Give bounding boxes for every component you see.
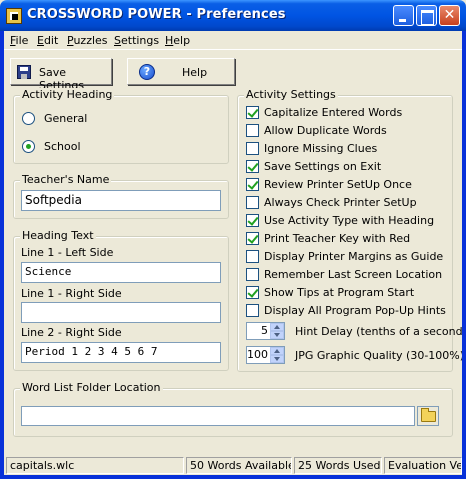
setting-label: Capitalize Entered Words [264, 106, 403, 119]
setting-checkbox[interactable] [246, 124, 259, 137]
status-file: capitals.wlc [6, 457, 184, 474]
folder-icon [421, 408, 436, 422]
line1-right-input[interactable] [21, 302, 221, 323]
setting-checkbox[interactable] [246, 250, 259, 263]
line1-left-input[interactable]: Science [21, 262, 221, 283]
hint-delay-spinner[interactable]: 5 [246, 322, 285, 340]
window-title: CROSSWORD POWER - Preferences [27, 7, 286, 22]
word-list-folder-input[interactable] [21, 406, 415, 426]
status-bar: capitals.wlc 50 Words Available 25 Words… [4, 455, 462, 475]
setting-label: Display All Program Pop-Up Hints [264, 304, 446, 317]
help-icon: ? [139, 64, 155, 80]
line2-right-label: Line 2 - Right Side [21, 326, 122, 339]
line1-left-label: Line 1 - Left Side [21, 246, 114, 259]
radio-school-label: School [44, 140, 81, 153]
setting-label: Use Activity Type with Heading [264, 214, 435, 227]
line1-right-label: Line 1 - Right Side [21, 287, 122, 300]
hint-delay-down-button[interactable] [270, 331, 284, 339]
help-button[interactable]: ? Help [127, 58, 235, 85]
close-button[interactable]: ✕ [439, 5, 460, 26]
heading-text-group: Heading Text Line 1 - Left Side Science … [13, 229, 229, 371]
jpg-quality-down-button[interactable] [270, 355, 284, 363]
title-bar[interactable]: CROSSWORD POWER - Preferences ✕ [0, 0, 466, 31]
line2-right-input[interactable]: Period 1 2 3 4 5 6 7 [21, 342, 221, 363]
radio-school-button[interactable] [22, 140, 35, 153]
setting-label: Display Printer Margins as Guide [264, 250, 444, 263]
radio-general-label: General [44, 112, 88, 125]
heading-text-label: Heading Text [20, 229, 96, 242]
setting-label: Save Settings on Exit [264, 160, 382, 173]
setting-label: Remember Last Screen Location [264, 268, 443, 281]
status-available: 50 Words Available [186, 457, 292, 474]
jpg-quality-label: JPG Graphic Quality (30-100%) [295, 349, 465, 362]
hint-delay-value: 5 [261, 324, 268, 337]
setting-label: Review Printer SetUp Once [264, 178, 412, 191]
activity-settings-group: Activity Settings Capitalize Entered Wor… [237, 88, 466, 372]
word-list-folder-label: Word List Folder Location [20, 381, 163, 394]
menu-puzzles[interactable]: Puzzles [67, 34, 108, 47]
activity-settings-label: Activity Settings [244, 88, 338, 101]
save-icon [17, 65, 31, 79]
setting-checkbox[interactable] [246, 160, 259, 173]
activity-heading-label: Activity Heading [20, 88, 115, 101]
status-used: 25 Words Used [294, 457, 382, 474]
setting-checkbox[interactable] [246, 268, 259, 281]
save-settings-button[interactable]: Save Settings [10, 58, 112, 92]
setting-label: Ignore Missing Clues [264, 142, 378, 155]
browse-folder-button[interactable] [417, 406, 439, 426]
menu-settings[interactable]: Settings [114, 34, 159, 47]
jpg-quality-up-button[interactable] [270, 347, 284, 355]
minimize-button[interactable] [393, 5, 414, 26]
jpg-quality-spinner[interactable]: 100 [246, 346, 285, 364]
setting-checkbox[interactable] [246, 232, 259, 245]
teachers-name-group: Teacher's Name Softpedia [13, 173, 229, 219]
setting-label: Print Teacher Key with Red [264, 232, 411, 245]
setting-checkbox[interactable] [246, 214, 259, 227]
menu-help[interactable]: Help [165, 34, 190, 47]
setting-checkbox[interactable] [246, 304, 259, 317]
radio-general-button[interactable] [22, 112, 35, 125]
hint-delay-label: Hint Delay (tenths of a second) [295, 325, 466, 338]
help-label: Help [182, 66, 208, 79]
setting-checkbox[interactable] [246, 106, 259, 119]
jpg-quality-value: 100 [247, 348, 268, 361]
setting-checkbox[interactable] [246, 196, 259, 209]
setting-checkbox[interactable] [246, 178, 259, 191]
menu-bar: File Edit Puzzles Settings Help [4, 31, 462, 50]
menu-file[interactable]: File [10, 34, 28, 47]
hint-delay-up-button[interactable] [270, 323, 284, 331]
app-icon [6, 8, 22, 24]
status-edition: Evaluation Version [384, 457, 462, 474]
activity-heading-group: Activity Heading General School [13, 88, 229, 164]
setting-label: Always Check Printer SetUp [264, 196, 417, 209]
teachers-name-label: Teacher's Name [20, 173, 112, 186]
teachers-name-input[interactable]: Softpedia [21, 190, 221, 211]
setting-label: Show Tips at Program Start [264, 286, 415, 299]
setting-checkbox[interactable] [246, 286, 259, 299]
setting-label: Allow Duplicate Words [264, 124, 387, 137]
menu-edit[interactable]: Edit [37, 34, 58, 47]
setting-checkbox[interactable] [246, 142, 259, 155]
maximize-button[interactable] [416, 5, 437, 26]
